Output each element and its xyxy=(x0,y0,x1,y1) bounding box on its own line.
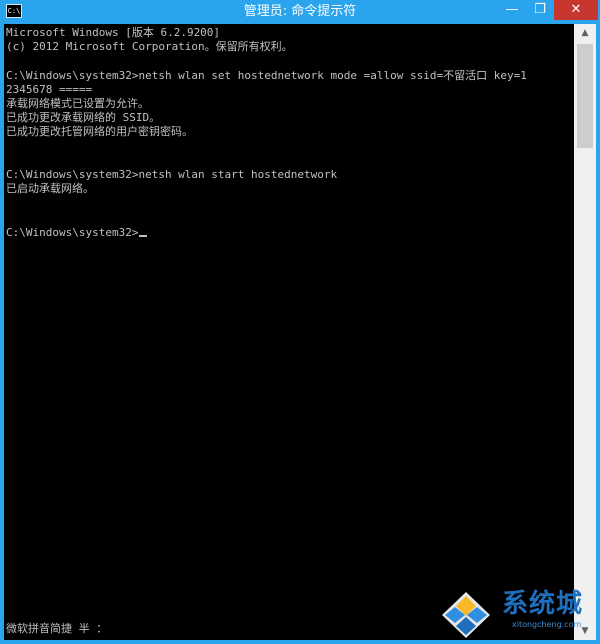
close-button[interactable]: ✕ xyxy=(554,0,598,20)
scrollbar-thumb[interactable] xyxy=(577,44,593,148)
watermark-brand: 系统城 xyxy=(502,589,584,619)
watermark-logo-icon xyxy=(442,592,490,638)
prompt-text: C:\Windows\system32> xyxy=(6,226,139,239)
console-line: 承载网络模式已设置为允许。 xyxy=(6,97,149,110)
console-line: C:\Windows\system32>netsh wlan start hos… xyxy=(6,168,338,181)
scroll-up-button[interactable]: ▲ xyxy=(574,24,596,42)
watermark-url: xitongcheng.com xyxy=(512,620,582,629)
console-line: Microsoft Windows [版本 6.2.9200] xyxy=(6,26,221,39)
console-line: (c) 2012 Microsoft Corporation。保留所有权利。 xyxy=(6,40,293,53)
prompt-line: C:\Windows\system32> xyxy=(6,226,148,240)
console-line: 2345678 ===== xyxy=(6,83,93,96)
cmd-window: C:\ 管理员: 命令提示符 — ❐ ✕ Microsoft Windows [… xyxy=(0,0,600,644)
ime-status-bar: 微软拼音简捷 半 ： xyxy=(6,622,108,635)
console-output[interactable]: Microsoft Windows [版本 6.2.9200] (c) 2012… xyxy=(4,24,574,640)
watermark: 系统城 xitongcheng.com xyxy=(440,588,600,640)
text-cursor xyxy=(139,235,148,237)
console-line: 已启动承载网络。 xyxy=(6,182,94,195)
console-line: 已成功更改托管网络的用户密钥密码。 xyxy=(6,125,193,138)
title-bar[interactable]: C:\ 管理员: 命令提示符 — ❐ ✕ xyxy=(0,0,600,24)
minimize-button[interactable]: — xyxy=(498,0,526,20)
maximize-button[interactable]: ❐ xyxy=(526,0,554,20)
console-line: C:\Windows\system32>netsh wlan set hoste… xyxy=(6,69,527,82)
vertical-scrollbar[interactable]: ▲ ▼ xyxy=(574,24,596,640)
console-line: 已成功更改承载网络的 SSID。 xyxy=(6,111,161,124)
